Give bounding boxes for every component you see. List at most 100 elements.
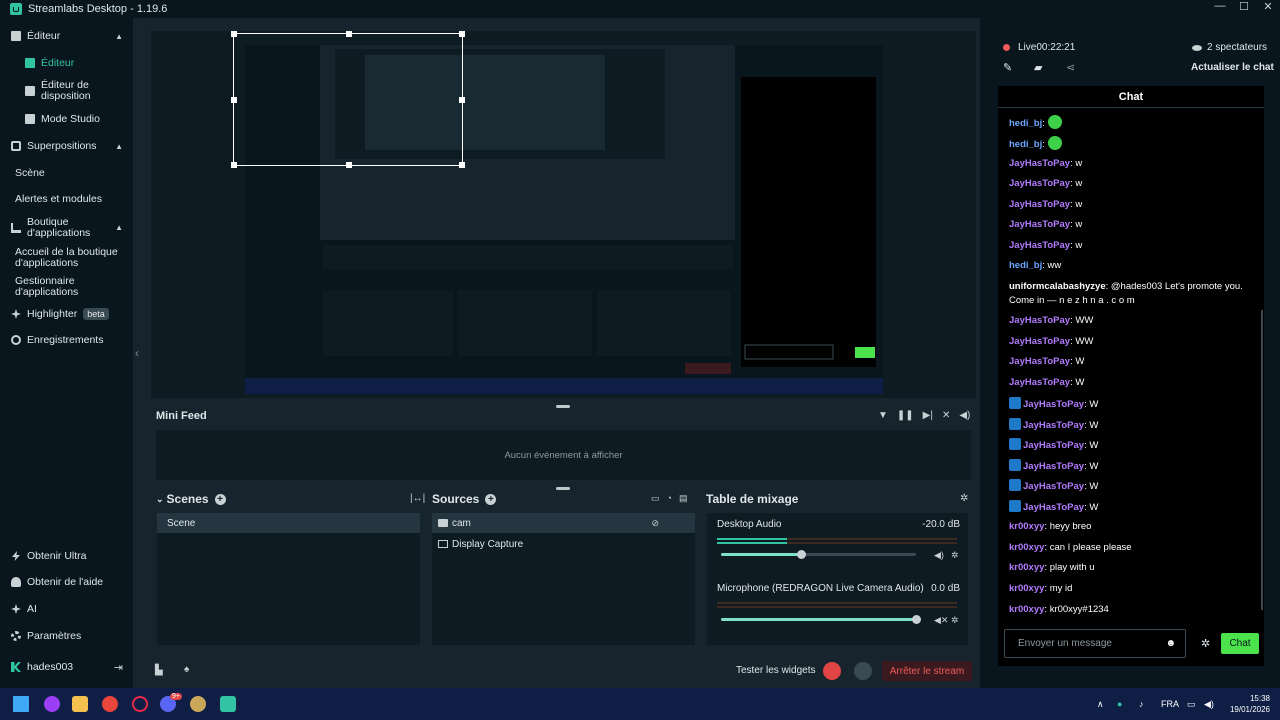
refresh-chat-button[interactable]: Actualiser le chat	[1191, 62, 1274, 73]
scene-transition-icon[interactable]: |↔|	[410, 493, 425, 504]
chat-send-button[interactable]: Chat	[1221, 633, 1259, 654]
chat-username[interactable]: JayHasToPay	[1023, 481, 1084, 492]
chat-username[interactable]: kr00xyy	[1009, 562, 1044, 573]
tray-app-icon[interactable]: ●	[1117, 699, 1122, 709]
volume-slider-knob[interactable]	[912, 615, 921, 624]
skip-icon[interactable]: ▶|	[923, 410, 933, 421]
resize-handle[interactable]	[556, 487, 570, 490]
opera-icon[interactable]	[132, 696, 148, 712]
windows-start-icon[interactable]	[13, 696, 29, 712]
chat-username[interactable]: JayHasToPay	[1023, 440, 1084, 451]
chat-username[interactable]: kr00xyy	[1009, 604, 1044, 615]
sidebar-item-layout-editor[interactable]: Éditeur de disposition	[0, 78, 133, 104]
chat-username[interactable]: JayHasToPay	[1009, 377, 1070, 388]
language-indicator[interactable]: FRA	[1161, 699, 1179, 709]
gear-icon[interactable]: ✲	[951, 615, 959, 626]
chat-input[interactable]: Envoyer un message ☻	[1004, 629, 1186, 658]
file-explorer-icon[interactable]	[72, 696, 88, 712]
chat-username[interactable]: kr00xyy	[1009, 521, 1044, 532]
microphone-icon[interactable]: ♪	[1139, 699, 1144, 709]
emoji-icon[interactable]: ☻	[1165, 638, 1176, 649]
volume-icon[interactable]: ◀)	[959, 410, 970, 421]
volume-slider-knob[interactable]	[796, 550, 806, 559]
sidebar-account[interactable]: hades003 ⇥	[0, 657, 133, 677]
taskbar-clock[interactable]: 15:38 19/01/2026	[1226, 693, 1270, 715]
game-icon[interactable]	[190, 696, 206, 712]
chat-username[interactable]: JayHasToPay	[1009, 199, 1070, 210]
chat-username[interactable]: JayHasToPay	[1009, 178, 1070, 189]
tray-chevron-icon[interactable]: ∧	[1097, 699, 1104, 710]
pause-icon[interactable]: ❚❚	[897, 410, 914, 421]
chat-username[interactable]: JayHasToPay	[1009, 356, 1070, 367]
source-selection-frame[interactable]	[231, 31, 465, 168]
stats-icon[interactable]: ▙	[155, 665, 163, 676]
sidebar-item-overlays[interactable]: Superpositions ▲	[0, 136, 133, 156]
close-button[interactable]: ✕	[1256, 0, 1280, 18]
chat-settings-icon[interactable]: ✲	[1201, 637, 1210, 650]
sidebar-settings[interactable]: Paramètres	[0, 626, 133, 646]
sidebar-get-help[interactable]: Obtenir de l'aide	[0, 572, 133, 592]
chevron-down-icon[interactable]: ⌄	[156, 494, 164, 505]
add-scene-button[interactable]: +	[214, 493, 226, 505]
add-source-button[interactable]: +	[485, 493, 497, 505]
sidebar-item-app-manager[interactable]: Gestionnaire d'applications	[0, 274, 133, 300]
clip-icon[interactable]: ▰	[1034, 61, 1042, 74]
chat-username[interactable]: JayHasToPay	[1009, 240, 1070, 251]
chat-username[interactable]: hedi_bj	[1009, 260, 1042, 271]
collapse-left-icon[interactable]: ‹	[135, 346, 139, 360]
chat-username[interactable]: JayHasToPay	[1009, 219, 1070, 230]
volume-slider[interactable]	[721, 618, 916, 621]
sidebar-item-studio-mode[interactable]: Mode Studio	[0, 109, 133, 129]
chat-username[interactable]: JayHasToPay	[1023, 461, 1084, 472]
sidebar-item-editor-group[interactable]: Éditeur ▲	[0, 26, 133, 46]
app-icon[interactable]	[44, 696, 60, 712]
chrome-icon[interactable]	[102, 696, 118, 712]
chat-username[interactable]: kr00xyy	[1009, 542, 1044, 553]
chat-username[interactable]: kr00xyy	[1009, 583, 1044, 594]
chat-username[interactable]: hedi_bj	[1009, 139, 1042, 150]
chat-username[interactable]: JayHasToPay	[1023, 502, 1084, 513]
chat-username[interactable]: JayHasToPay	[1023, 420, 1084, 431]
folder-icon[interactable]: ▤	[679, 493, 688, 504]
replay-button[interactable]	[854, 662, 872, 680]
share-icon[interactable]: ⋖	[1066, 61, 1075, 74]
speaker-icon[interactable]: ◀)	[934, 550, 944, 561]
chat-username[interactable]: JayHasToPay	[1009, 315, 1070, 326]
edit-icon[interactable]: ✎	[1003, 61, 1012, 74]
rec-button[interactable]	[823, 662, 841, 680]
mixer-settings-icon[interactable]: ✲	[960, 493, 968, 504]
network-icon[interactable]: ▭	[1187, 699, 1196, 710]
chat-username[interactable]: JayHasToPay	[1009, 158, 1070, 169]
notification-icon[interactable]: ♠	[184, 664, 189, 675]
display-icon[interactable]: ▭	[651, 493, 660, 504]
chat-username[interactable]: JayHasToPay	[1023, 399, 1084, 410]
sidebar-item-app-store-home[interactable]: Accueil de la boutique d'applications	[0, 245, 133, 271]
sidebar-ai[interactable]: AI	[0, 599, 133, 619]
volume-tray-icon[interactable]: ◀)	[1204, 699, 1214, 710]
logout-icon[interactable]: ⇥	[114, 661, 123, 674]
sidebar-item-highlighter[interactable]: Highlighter beta	[0, 304, 133, 324]
sidebar-item-app-store[interactable]: Boutique d'applications ▲	[0, 215, 133, 241]
sidebar-item-alerts[interactable]: Alertes et modules	[0, 189, 133, 209]
visibility-hidden-icon[interactable]: ⊘	[651, 518, 659, 529]
source-item-cam[interactable]: cam ⊘	[432, 513, 695, 533]
audio-icon[interactable]: ◔	[667, 493, 672, 504]
volume-slider[interactable]	[721, 553, 916, 556]
chat-username[interactable]: uniformcalabashyzye	[1009, 281, 1106, 292]
scene-item[interactable]: Scene	[157, 513, 420, 533]
stop-stream-button[interactable]: Arrêter le stream	[882, 661, 972, 681]
chat-username[interactable]: hedi_bj	[1009, 118, 1042, 129]
streamlabs-taskbar-icon[interactable]	[220, 696, 236, 712]
mute-alerts-icon[interactable]: ✕	[942, 410, 950, 421]
sidebar-item-recordings[interactable]: Enregistrements	[0, 330, 133, 350]
chat-scrollbar[interactable]	[1261, 310, 1263, 610]
minimize-button[interactable]: —	[1208, 0, 1232, 18]
resize-handle[interactable]	[556, 405, 570, 408]
filter-icon[interactable]: ▼	[878, 410, 888, 421]
sidebar-item-scene[interactable]: Scène	[0, 163, 133, 183]
sidebar-get-ultra[interactable]: Obtenir Ultra	[0, 546, 133, 566]
chat-username[interactable]: JayHasToPay	[1009, 336, 1070, 347]
maximize-button[interactable]: ☐	[1232, 0, 1256, 18]
speaker-muted-icon[interactable]: ◀✕	[934, 615, 948, 626]
sidebar-item-editor[interactable]: Éditeur	[0, 53, 133, 73]
